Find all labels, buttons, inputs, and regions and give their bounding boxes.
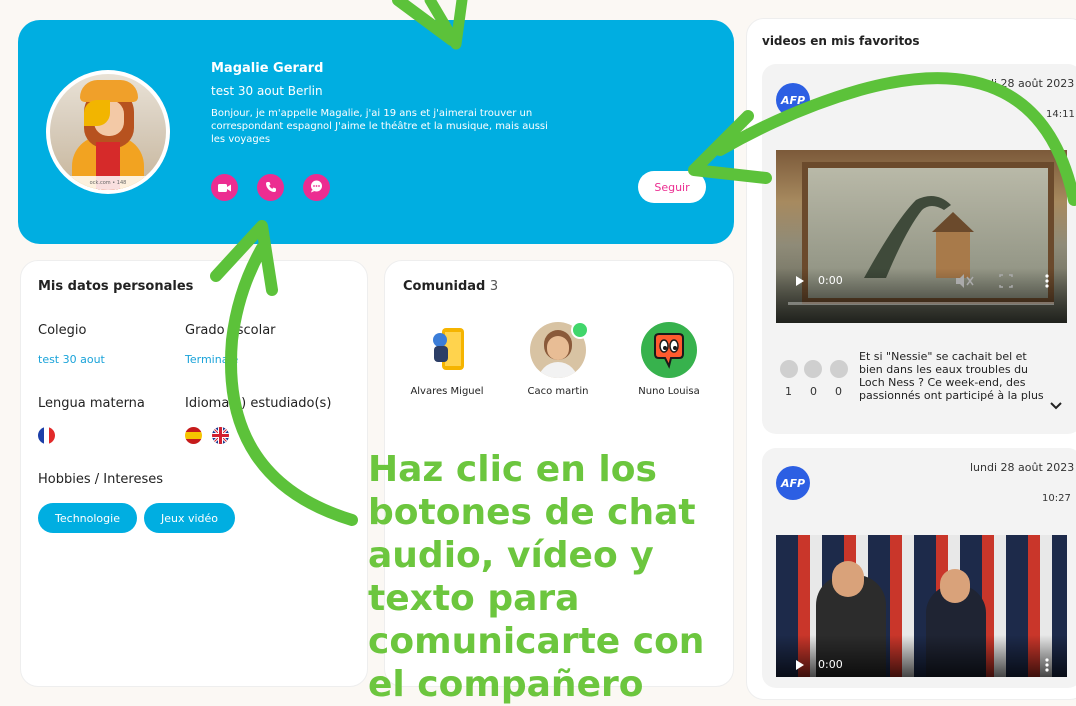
audio-call-button[interactable] [257, 174, 284, 201]
community-title: Comunidad 3 [403, 279, 499, 294]
community-count: 3 [489, 279, 499, 294]
school-value[interactable]: test 30 aout [38, 353, 105, 366]
profile-location: test 30 aout Berlin [211, 84, 323, 98]
share-count: 0 [810, 385, 817, 398]
afp-logo-icon: AFP [776, 83, 810, 117]
video-player[interactable]: 0:00 [776, 150, 1067, 323]
share-icon[interactable] [804, 360, 822, 378]
progress-bar[interactable] [788, 302, 1054, 305]
spanish-flag-icon [185, 427, 202, 444]
french-flag-icon [38, 427, 55, 444]
member-avatar[interactable] [641, 322, 697, 378]
phone-icon [265, 178, 277, 197]
avatar[interactable]: ock.com • 148 [46, 70, 170, 194]
profile-bio: Bonjour, je m'appelle Magalie, j'ai 19 a… [211, 108, 548, 145]
member-name[interactable]: Caco martin [508, 386, 608, 397]
tutorial-instruction-text: Haz clic en los botones de chat audio, v… [368, 449, 705, 705]
video-player[interactable]: 0:00 [776, 535, 1067, 677]
school-label: Colegio [38, 323, 87, 338]
hobbies-label: Hobbies / Intereses [38, 472, 164, 487]
report-count: 0 [835, 385, 842, 398]
text-chat-button[interactable] [303, 174, 330, 201]
studied-languages-label: Idioma(s) estudiado(s) [185, 396, 332, 411]
afp-logo-icon: AFP [776, 466, 810, 500]
favorite-videos-title: videos en mis favoritos [762, 34, 920, 48]
native-language-label: Lengua materna [38, 396, 145, 411]
video-camera-icon [218, 178, 231, 197]
video-date: lundi 28 août 2023 [970, 77, 1075, 90]
grade-label: Grado escolar [185, 323, 276, 338]
chevron-down-icon[interactable] [1049, 396, 1063, 415]
online-status-dot [571, 321, 589, 339]
uk-flag-icon [212, 427, 229, 444]
video-time: 10:27 [1042, 493, 1071, 504]
video-call-button[interactable] [211, 174, 238, 201]
grade-value[interactable]: Terminale [185, 353, 238, 366]
video-date: lundi 28 août 2023 [970, 461, 1075, 474]
video-description: Et si "Nessie" se cachait bel et bien da… [859, 350, 1044, 402]
follow-button[interactable]: Seguir [638, 171, 706, 203]
heart-icon[interactable] [780, 360, 798, 378]
member-avatar[interactable] [428, 322, 472, 376]
video-time: 14:11 [1046, 109, 1075, 120]
chat-bubble-icon [310, 178, 323, 197]
hobby-tag[interactable]: Jeux vidéo [144, 503, 235, 533]
more-options-icon[interactable] [776, 535, 1067, 677]
profile-name: Magalie Gerard [211, 61, 324, 76]
more-options-icon[interactable] [776, 150, 1067, 323]
avatar-watermark: ock.com • 148 [50, 176, 166, 190]
like-count: 1 [785, 385, 792, 398]
alert-icon[interactable] [830, 360, 848, 378]
hobby-tag[interactable]: Technologie [38, 503, 137, 533]
member-name[interactable]: Alvares Miguel [397, 386, 497, 397]
member-name[interactable]: Nuno Louisa [619, 386, 719, 397]
avatar-photo: ock.com • 148 [50, 74, 166, 190]
personal-data-title: Mis datos personales [38, 279, 194, 294]
